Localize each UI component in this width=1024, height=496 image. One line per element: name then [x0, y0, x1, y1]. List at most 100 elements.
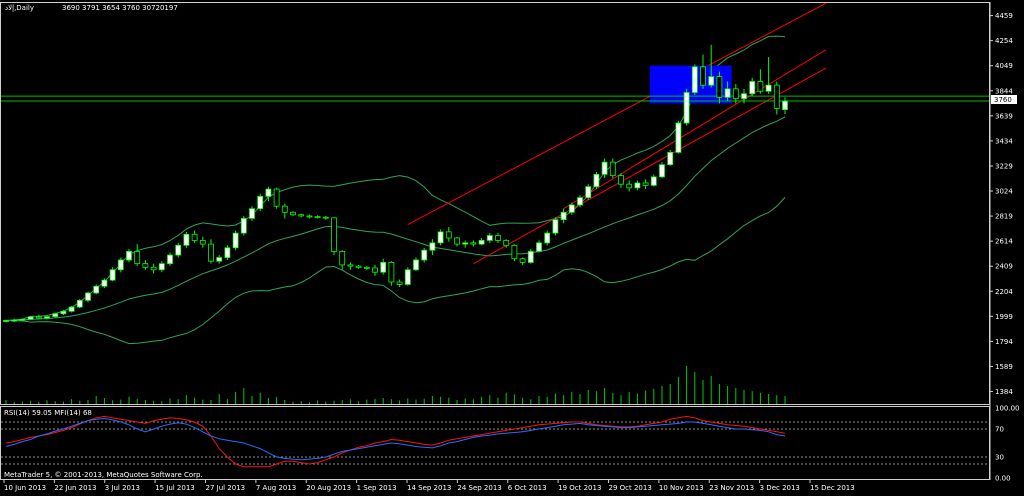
candle-body — [634, 182, 641, 189]
candle-body — [773, 84, 780, 109]
candle-body — [757, 81, 764, 92]
price-tick-label: 1384 — [995, 388, 1013, 396]
candle-body — [232, 232, 239, 249]
candle — [175, 242, 182, 258]
candle-body — [724, 88, 731, 98]
candle-body — [191, 233, 198, 241]
time-tick-label: 6 Oct 2013 — [508, 484, 547, 492]
price-tick-label: 1589 — [995, 363, 1013, 371]
time-tick-label: 15 Jul 2013 — [155, 484, 195, 492]
candle-body — [732, 88, 739, 100]
indicator-tick-label: 30 — [995, 454, 1004, 462]
candle-body — [741, 93, 747, 100]
candle — [388, 261, 395, 286]
price-tag: 3760 — [994, 96, 1012, 104]
candle-body — [716, 76, 723, 98]
candle-body — [265, 188, 272, 197]
time-tick-label: 19 Oct 2013 — [558, 484, 601, 492]
candle-body — [167, 254, 173, 265]
candle-body — [175, 244, 182, 256]
candle-body — [404, 269, 411, 285]
time-tick-label: 29 Oct 2013 — [609, 484, 652, 492]
indicator-title: RSI(14) 59.05 MFI(14) 68 — [4, 409, 92, 417]
candle-body — [470, 242, 477, 245]
candle-body — [429, 242, 436, 251]
candle-body — [35, 316, 42, 319]
candle-body — [782, 100, 788, 111]
candle-body — [437, 231, 444, 244]
candle-body — [495, 235, 501, 241]
candle-body — [609, 161, 616, 177]
candle-body — [683, 92, 690, 124]
candle — [667, 149, 674, 166]
candle-body — [101, 279, 108, 287]
candle-body — [273, 188, 280, 207]
candle-body — [421, 249, 428, 261]
time-tick-label: 3 Dec 2013 — [760, 484, 800, 492]
candle-body — [667, 151, 674, 166]
candle-body — [577, 197, 583, 206]
candle-body — [60, 310, 67, 315]
price-tick-label: 1794 — [995, 338, 1013, 346]
candle — [101, 278, 108, 289]
copyright-label: MetaTrader 5, © 2001-2013, MetaQuotes So… — [4, 471, 203, 479]
candle-body — [68, 306, 75, 312]
price-tick-label: 2819 — [995, 213, 1013, 221]
candle-body — [363, 266, 370, 269]
price-tick-label: 3024 — [995, 188, 1013, 196]
candle — [544, 230, 551, 246]
candle — [117, 257, 124, 273]
candle-body — [585, 186, 592, 199]
candle-body — [552, 219, 559, 234]
candle — [52, 312, 59, 318]
candle — [273, 187, 280, 209]
candle-body — [150, 266, 157, 271]
candle-body — [109, 269, 116, 281]
price-tick-label: 4459 — [995, 12, 1013, 20]
candle-body — [503, 240, 510, 246]
candle-body — [240, 218, 247, 234]
candle-body — [601, 161, 608, 175]
price-tick-label: 3434 — [995, 137, 1013, 145]
candle-body — [380, 262, 387, 273]
candle — [224, 245, 231, 260]
price-tick-label: 1999 — [995, 313, 1013, 321]
candle-body — [314, 216, 321, 218]
candle-body — [372, 267, 378, 273]
candle-body — [454, 237, 460, 245]
candle-body — [52, 313, 59, 317]
candle-body — [355, 265, 362, 268]
candle-body — [76, 299, 83, 308]
candle-body — [626, 183, 633, 189]
indicator-tick-label: 100.00 — [995, 405, 1020, 413]
candle — [68, 305, 75, 313]
candle-body — [527, 251, 534, 263]
candle-body — [339, 251, 346, 266]
candle-body — [322, 216, 329, 219]
candle-body — [560, 211, 567, 221]
candle-body — [568, 204, 575, 213]
candle-body — [142, 263, 149, 268]
candle-body — [183, 233, 190, 246]
time-tick-label: 20 Aug 2013 — [306, 484, 351, 492]
price-tick-label: 4049 — [995, 62, 1013, 70]
candle — [683, 88, 690, 126]
time-tick-label: 1 Sep 2013 — [357, 484, 397, 492]
candle-body — [347, 264, 354, 267]
candle-body — [290, 211, 296, 216]
candle — [585, 184, 592, 201]
time-tick-label: 27 Jul 2013 — [206, 484, 246, 492]
candle-body — [216, 257, 223, 262]
price-chart[interactable]: إلاد,Daily 3690 3791 3654 3760 30720197 … — [0, 0, 1024, 496]
candle-body — [650, 176, 657, 186]
candle-body — [27, 316, 34, 320]
price-tick-label: 3229 — [995, 162, 1013, 170]
candle-body — [298, 214, 305, 217]
candle-body — [3, 320, 9, 322]
candle-body — [281, 205, 288, 213]
candle-body — [249, 208, 255, 219]
candle — [527, 248, 534, 264]
price-tick-label: 2409 — [995, 263, 1013, 271]
candle — [421, 247, 428, 263]
time-tick-label: 23 Nov 2013 — [709, 484, 754, 492]
